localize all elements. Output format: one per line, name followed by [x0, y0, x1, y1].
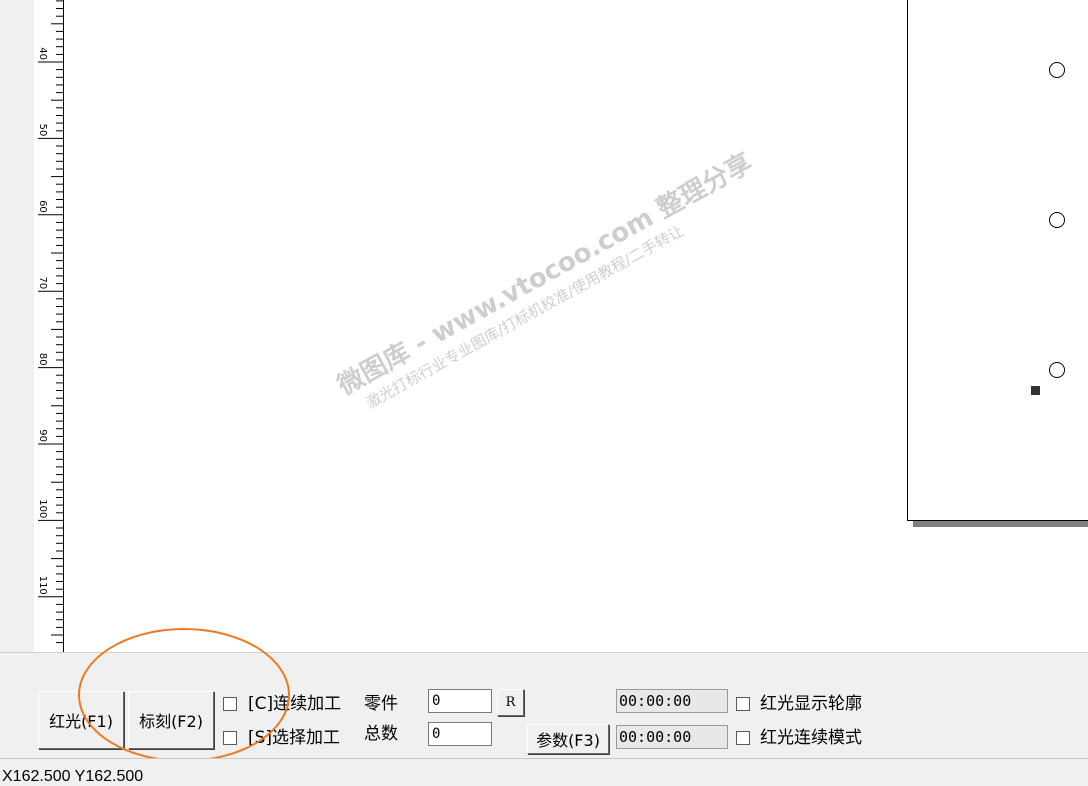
ruler-label: 40	[37, 47, 48, 60]
reset-button[interactable]: R	[497, 689, 524, 716]
ruler-label: 70	[37, 276, 48, 289]
mark-button[interactable]: 标刻(F2)	[128, 691, 214, 749]
ruler-graphic: 40 50 60 70 80 90 100 110	[37, 0, 64, 652]
elapsed-time: 00:00:00	[616, 689, 728, 713]
ruler-label: 50	[37, 124, 48, 137]
select-label: [S]选择加工	[248, 728, 341, 748]
show-outline-label: 红光显示轮廓	[760, 694, 862, 714]
ruler-label: 100	[37, 499, 48, 518]
ruler-label: 110	[37, 576, 48, 595]
workpiece-outline[interactable]	[907, 0, 1088, 521]
show-outline-checkbox[interactable]	[736, 697, 750, 711]
parts-label: 零件	[364, 694, 398, 714]
continuous-checkbox[interactable]	[223, 697, 237, 711]
hole-circle[interactable]	[1049, 362, 1065, 378]
position-marker	[1031, 386, 1040, 395]
select-checkbox[interactable]	[223, 731, 237, 745]
total-label: 总数	[364, 724, 398, 744]
cursor-coordinates: X162.500 Y162.500	[2, 768, 144, 785]
ruler-label: 60	[37, 200, 48, 213]
red-continuous-checkbox[interactable]	[736, 731, 750, 745]
total-input[interactable]: 0	[428, 722, 492, 746]
red-continuous-label: 红光连续模式	[760, 728, 862, 748]
parts-input[interactable]: 0	[428, 689, 492, 713]
hole-circle[interactable]	[1049, 212, 1065, 228]
red-light-button[interactable]: 红光(F1)	[38, 691, 124, 749]
total-time: 00:00:00	[616, 725, 728, 749]
ruler-label: 90	[37, 429, 48, 442]
vertical-ruler: 40 50 60 70 80 90 100 110	[34, 0, 64, 652]
ruler-label: 80	[37, 353, 48, 366]
continuous-label: [C]连续加工	[248, 694, 342, 714]
control-panel: 红光(F1) 标刻(F2) [C]连续加工 [S]选择加工 零件 0 R 总数 …	[0, 652, 1088, 758]
hole-circle[interactable]	[1049, 62, 1065, 78]
drawing-canvas[interactable]: 40 50 60 70 80 90 100 110 微图库 - www.vtocoo.com …	[0, 0, 1088, 652]
status-bar: X162.500 Y162.500	[0, 758, 1088, 785]
params-button[interactable]: 参数(F3)	[527, 724, 609, 754]
